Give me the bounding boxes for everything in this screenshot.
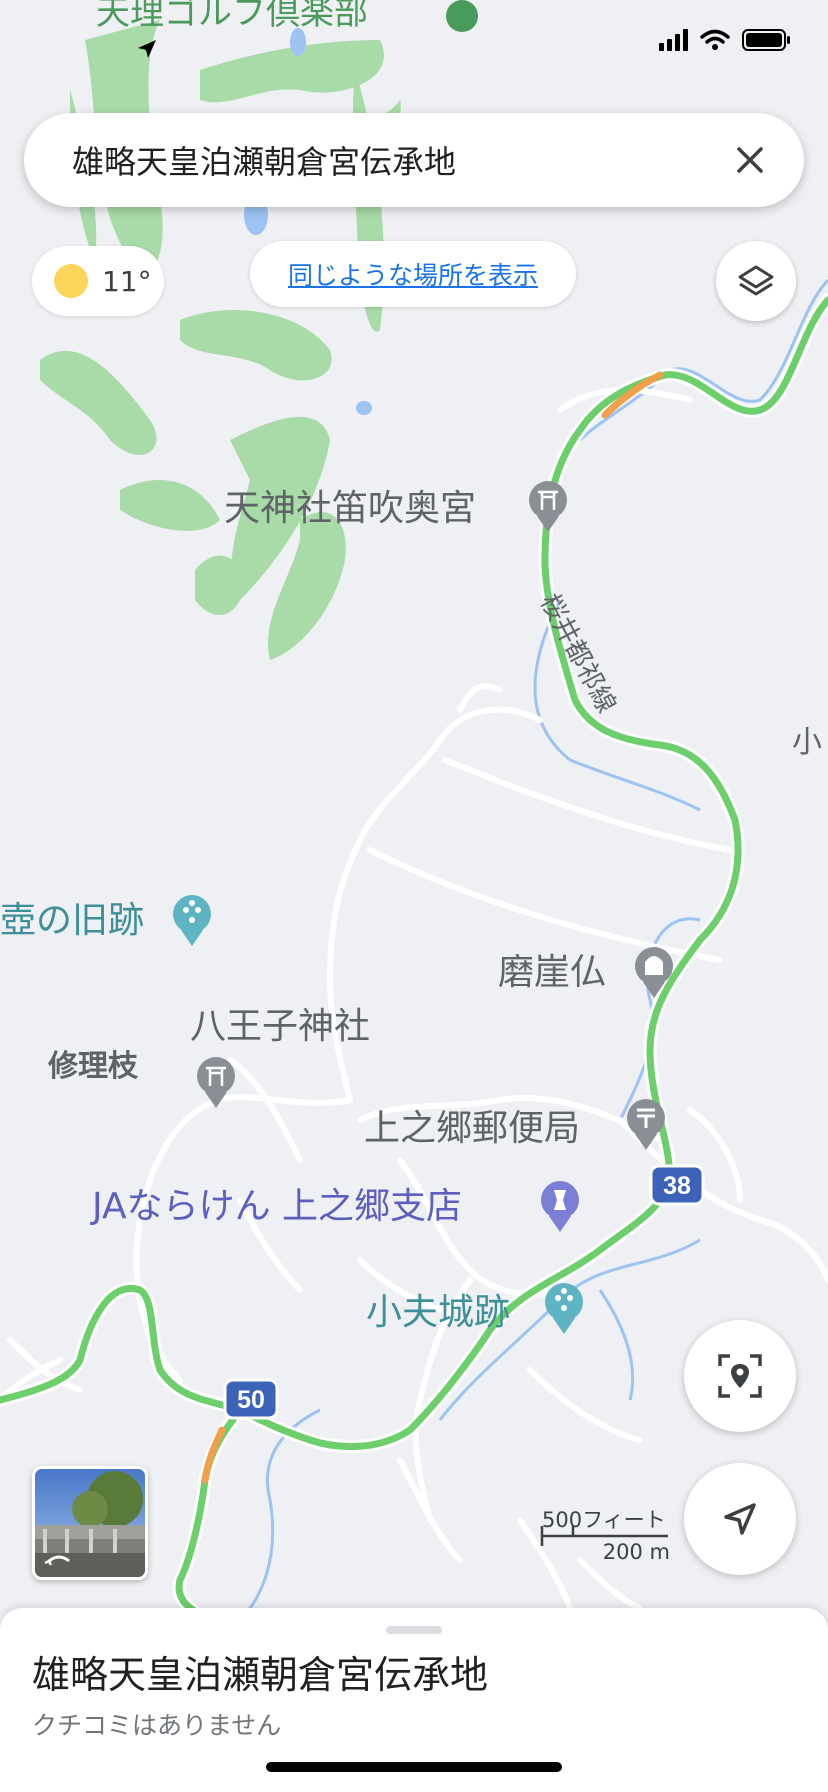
my-location-button[interactable] [684, 1320, 796, 1432]
status-bar [659, 28, 792, 52]
golf-club-label[interactable]: 天理ゴルフ倶楽部 [96, 0, 368, 33]
reviews-status: クチコミはありません [32, 1711, 282, 1740]
navigation-arrow-icon [724, 1503, 756, 1535]
route-shield-50: 50 [223, 1378, 279, 1420]
edge-label: 小 [792, 725, 822, 760]
hachioji-shrine-label[interactable]: 八王子神社 [190, 1006, 370, 1047]
magaibutsu-label[interactable]: 磨崖仏 [498, 952, 606, 993]
route-38-label: 38 [663, 1172, 691, 1200]
old-site-label[interactable]: 壺の旧跡 [0, 900, 144, 941]
clear-search-button[interactable] [720, 130, 780, 190]
battery-icon [742, 29, 790, 51]
wifi-icon [700, 29, 730, 50]
route-shield-38: 38 [649, 1164, 705, 1206]
layers-button[interactable] [716, 241, 796, 321]
home-indicator[interactable] [266, 1762, 562, 1772]
scale-meters-label: 200 m [602, 1540, 670, 1564]
temperature-text: 11° [102, 264, 152, 298]
street-view-image [35, 1469, 145, 1577]
route-50-label: 50 [237, 1386, 265, 1414]
post-office-label[interactable]: 上之郷郵便局 [364, 1108, 580, 1149]
show-similar-places-button[interactable]: 同じような場所を表示 [250, 241, 576, 307]
navigation-button[interactable] [684, 1463, 796, 1575]
show-similar-places-label: 同じような場所を表示 [287, 261, 538, 290]
layers-icon [738, 265, 774, 296]
weather-chip[interactable]: 11° [32, 246, 164, 316]
close-icon [737, 147, 763, 173]
shrine-fuefuki-label[interactable]: 天神社笛吹奥宮 [224, 488, 476, 529]
cellular-signal-icon [659, 29, 688, 51]
shurishi-label: 修理枝 [47, 1049, 139, 1084]
sun-icon [54, 264, 88, 298]
sheet-drag-handle[interactable] [386, 1626, 442, 1634]
location-pin-scan-icon [718, 1354, 762, 1398]
search-input[interactable]: 雄略天皇泊瀬朝倉宮伝承地 [72, 137, 720, 183]
ja-bank-label[interactable]: JAならけん 上之郷支店 [90, 1186, 462, 1227]
street-view-thumbnail[interactable] [32, 1466, 148, 1580]
search-bar[interactable]: 雄略天皇泊瀬朝倉宮伝承地 [24, 113, 804, 207]
golf-pin[interactable] [446, 0, 478, 32]
place-title: 雄略天皇泊瀬朝倉宮伝承地 [32, 1653, 489, 1697]
castle-ruin-label[interactable]: 小夫城跡 [366, 1292, 510, 1333]
